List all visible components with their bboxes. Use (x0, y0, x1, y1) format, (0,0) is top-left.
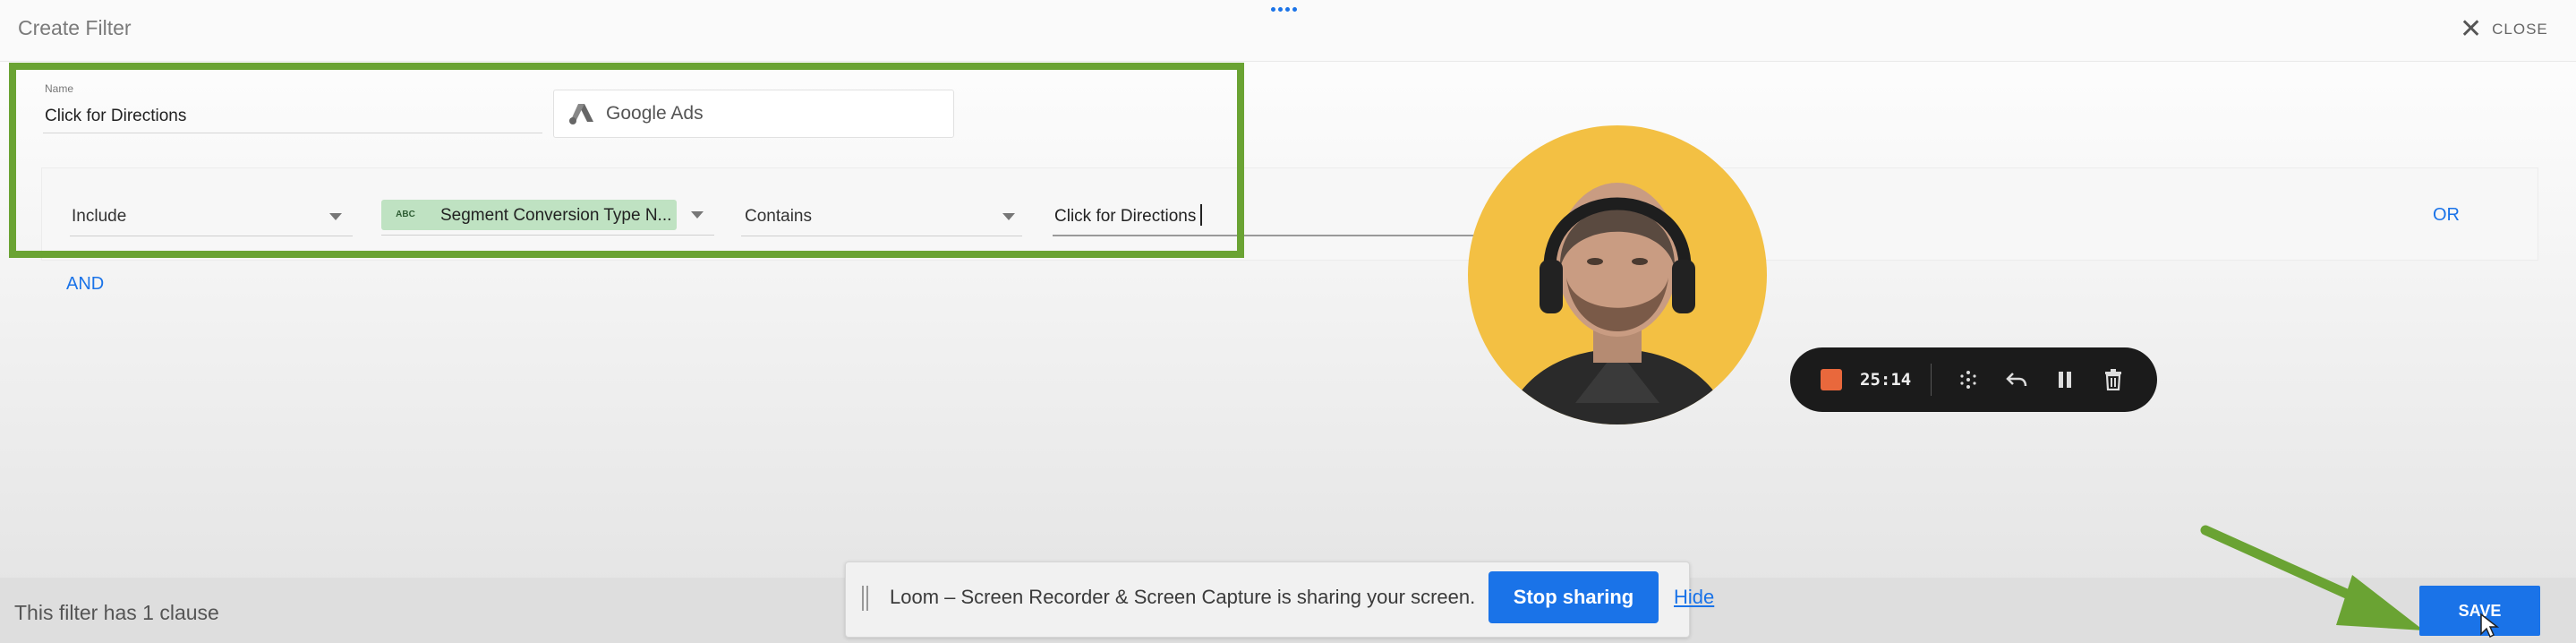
drag-grip-icon[interactable] (861, 586, 870, 611)
annotation-highlight-box (9, 63, 1244, 258)
drag-handle-icon[interactable] (1271, 0, 1303, 12)
screen-share-message: Loom – Screen Recorder & Screen Capture … (890, 586, 1476, 608)
close-button[interactable]: ✕ CLOSE (2460, 16, 2548, 43)
green-arrow-icon (2200, 525, 2424, 630)
mouse-cursor-icon (2480, 613, 2500, 639)
grid-icon[interactable] (1957, 368, 1980, 391)
stop-sharing-button[interactable]: Stop sharing (1488, 571, 1659, 623)
close-label: CLOSE (2492, 21, 2548, 38)
clause-count-text: This filter has 1 clause (14, 601, 219, 624)
trash-icon[interactable] (2102, 368, 2125, 391)
controls-divider (1931, 364, 1932, 396)
recording-controls: 25:14 (1790, 347, 2157, 412)
presenter-video (1504, 183, 1731, 424)
recording-timer: 25:14 (1860, 370, 1912, 390)
dialog-title: Create Filter (18, 16, 132, 39)
stop-record-icon[interactable] (1821, 369, 1842, 390)
pause-icon[interactable] (2053, 368, 2077, 391)
or-button[interactable]: OR (2433, 205, 2460, 226)
close-icon: ✕ (2460, 14, 2484, 44)
hide-link[interactable]: Hide (1674, 586, 1714, 609)
webcam-bubble[interactable] (1468, 125, 1767, 424)
and-button[interactable]: AND (66, 274, 104, 295)
undo-icon[interactable] (2005, 368, 2028, 391)
